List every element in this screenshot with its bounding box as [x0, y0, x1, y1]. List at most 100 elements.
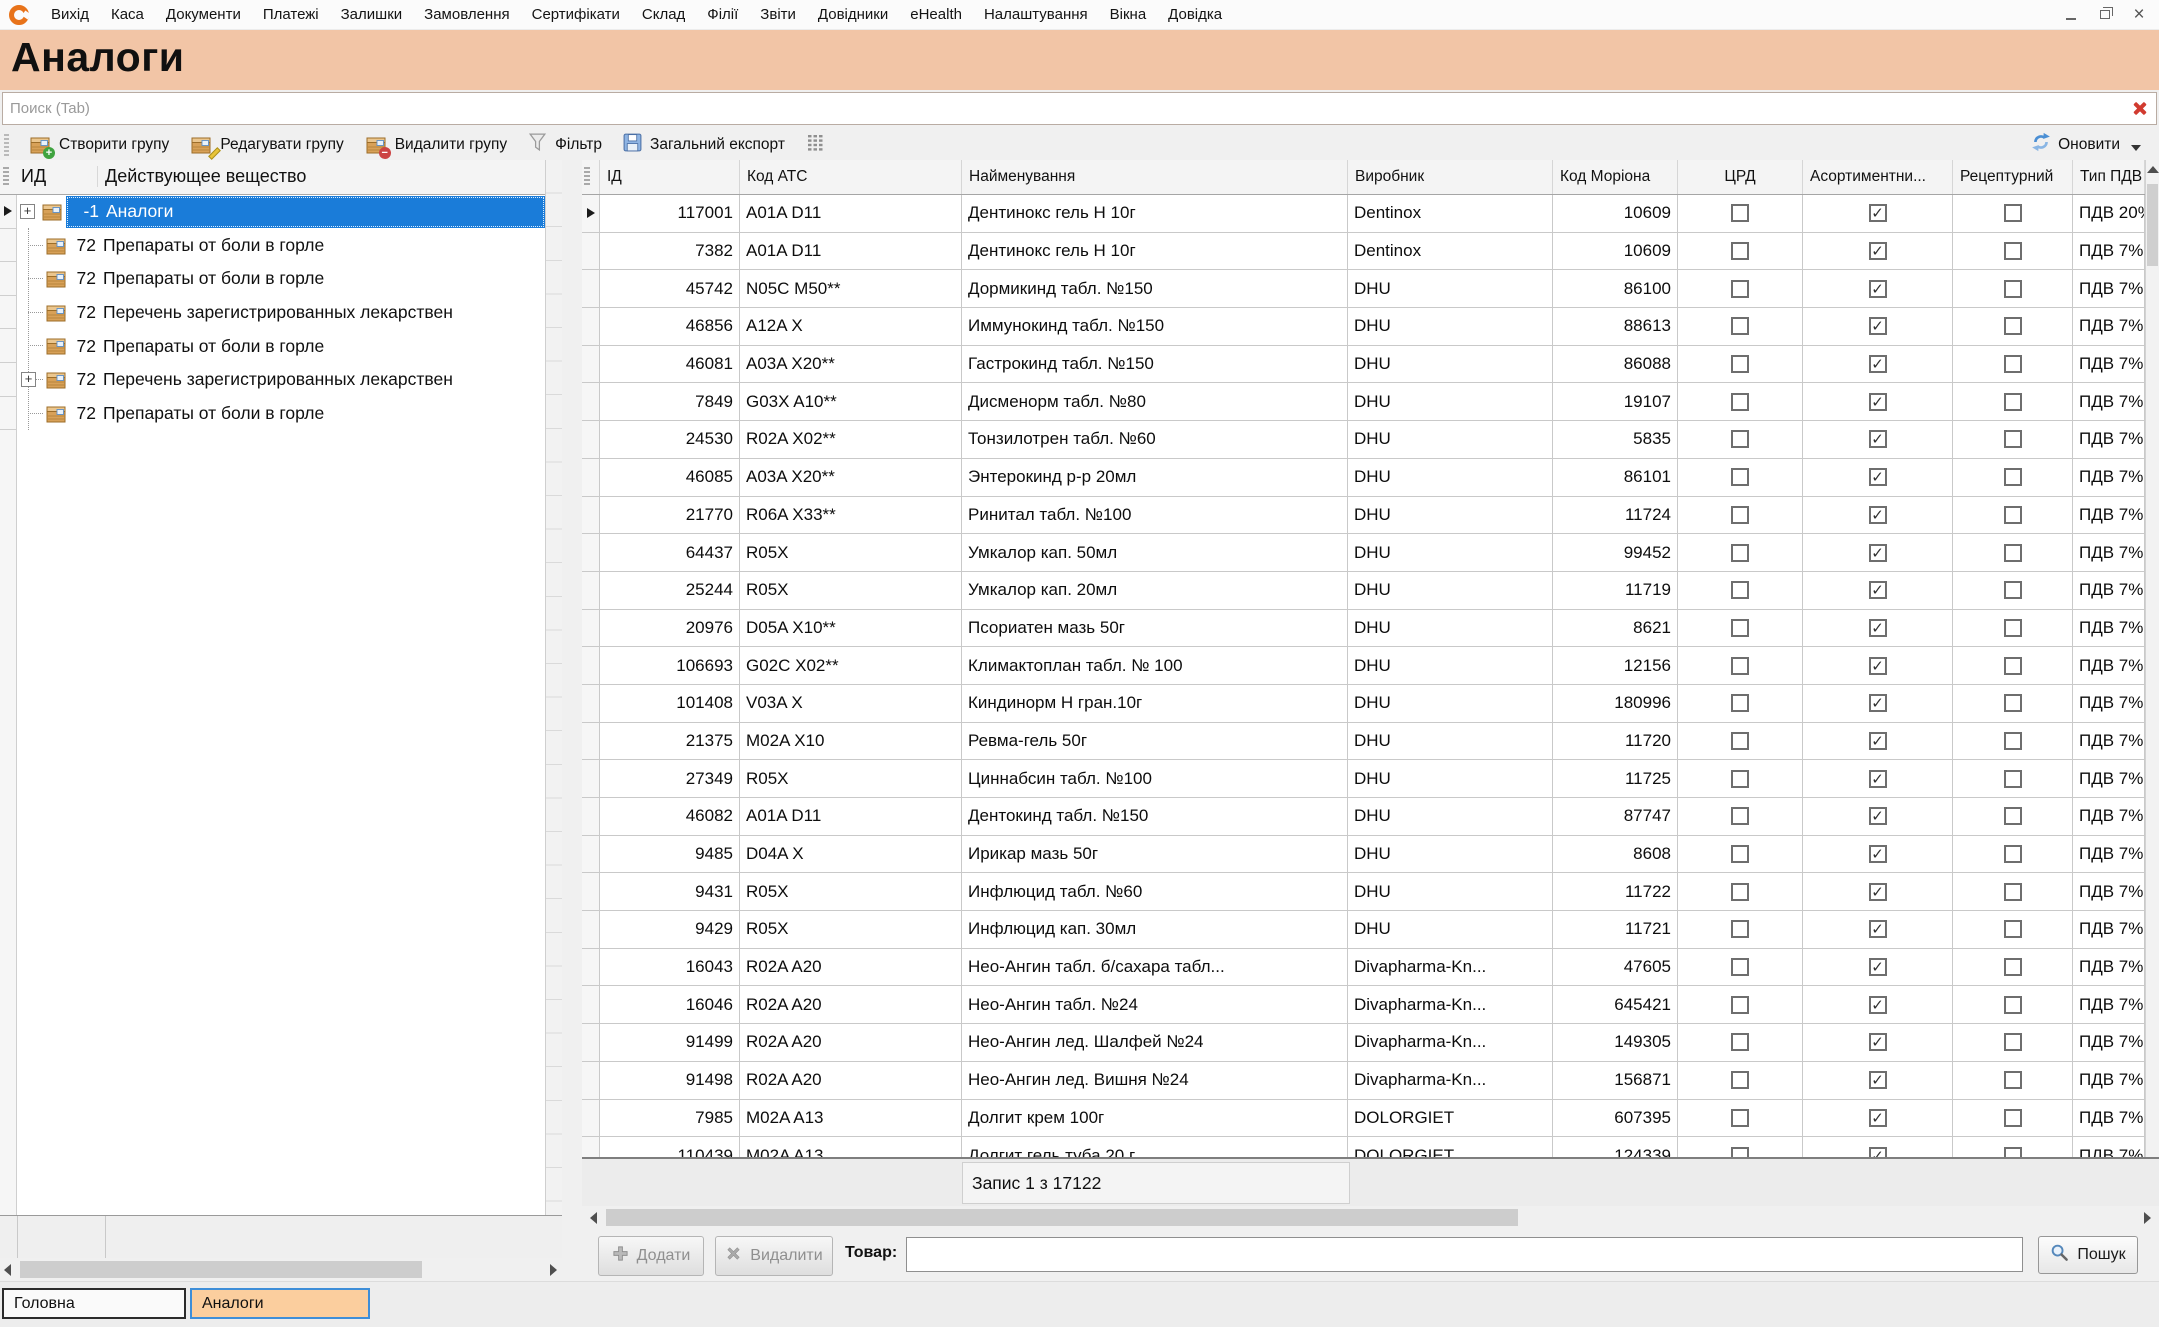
- table-vertical-scrollbar[interactable]: [2145, 160, 2159, 1157]
- table-row[interactable]: 7382A01A D11Дентинокс гель Н 10гDentinox…: [582, 233, 2145, 271]
- cell-recipe[interactable]: [1953, 233, 2073, 271]
- table-row[interactable]: 46856A12A XИммунокинд табл. №150DHU88613…: [582, 308, 2145, 346]
- crd-checkbox[interactable]: [1731, 204, 1749, 222]
- menu-item[interactable]: Каса: [111, 6, 144, 23]
- recipe-checkbox[interactable]: [2004, 317, 2022, 335]
- cell-recipe[interactable]: [1953, 195, 2073, 233]
- recipe-checkbox[interactable]: [2004, 694, 2022, 712]
- assortment-checkbox[interactable]: [1869, 845, 1887, 863]
- scroll-left-icon[interactable]: [4, 1264, 11, 1276]
- cell-crd[interactable]: [1678, 1062, 1803, 1100]
- crd-checkbox[interactable]: [1731, 355, 1749, 373]
- crd-checkbox[interactable]: [1731, 581, 1749, 599]
- column-header-crd[interactable]: ЦРД: [1678, 160, 1803, 194]
- scroll-up-icon[interactable]: [2147, 166, 2159, 173]
- column-header-recipe[interactable]: Рецептурний: [1953, 160, 2073, 194]
- crd-checkbox[interactable]: [1731, 393, 1749, 411]
- table-row[interactable]: 46082A01A D11Дентокинд табл. №150DHU8774…: [582, 798, 2145, 836]
- menu-item[interactable]: Залишки: [341, 6, 403, 23]
- cell-assortment[interactable]: [1803, 647, 1953, 685]
- cell-crd[interactable]: [1678, 647, 1803, 685]
- create-group-button[interactable]: + Створити групу: [18, 130, 179, 160]
- recipe-checkbox[interactable]: [2004, 204, 2022, 222]
- crd-checkbox[interactable]: [1731, 920, 1749, 938]
- cell-crd[interactable]: [1678, 1137, 1803, 1157]
- cell-assortment[interactable]: [1803, 873, 1953, 911]
- panel-splitter[interactable]: [562, 160, 582, 1281]
- cell-recipe[interactable]: [1953, 760, 2073, 798]
- cell-crd[interactable]: [1678, 534, 1803, 572]
- cell-assortment[interactable]: [1803, 233, 1953, 271]
- crd-checkbox[interactable]: [1731, 619, 1749, 637]
- tab-main[interactable]: Головна: [2, 1288, 186, 1319]
- cell-recipe[interactable]: [1953, 836, 2073, 874]
- recipe-checkbox[interactable]: [2004, 996, 2022, 1014]
- column-header-id[interactable]: ІД: [600, 160, 740, 194]
- table-row[interactable]: 16043R02A A20Нео-Ангин табл. б/сахара та…: [582, 949, 2145, 987]
- table-row[interactable]: 106693G02C X02**Климактоплан табл. № 100…: [582, 647, 2145, 685]
- tree-vertical-scrollbar[interactable]: [545, 160, 562, 1215]
- cell-crd[interactable]: [1678, 383, 1803, 421]
- table-header-grip-icon[interactable]: [584, 167, 590, 187]
- crd-checkbox[interactable]: [1731, 694, 1749, 712]
- cell-recipe[interactable]: [1953, 497, 2073, 535]
- table-row[interactable]: 27349R05XЦиннабсин табл. №100DHU11725ПДВ…: [582, 760, 2145, 798]
- assortment-checkbox[interactable]: [1869, 770, 1887, 788]
- cell-recipe[interactable]: [1953, 647, 2073, 685]
- assortment-checkbox[interactable]: [1869, 544, 1887, 562]
- cell-recipe[interactable]: [1953, 1062, 2073, 1100]
- crd-checkbox[interactable]: [1731, 807, 1749, 825]
- assortment-checkbox[interactable]: [1869, 1147, 1887, 1157]
- column-header-atc[interactable]: Код АТС: [740, 160, 962, 194]
- cell-assortment[interactable]: [1803, 383, 1953, 421]
- table-row[interactable]: 46081A03A X20**Гастрокинд табл. №150DHU8…: [582, 346, 2145, 384]
- cell-crd[interactable]: [1678, 270, 1803, 308]
- cell-crd[interactable]: [1678, 421, 1803, 459]
- cell-crd[interactable]: [1678, 836, 1803, 874]
- crd-checkbox[interactable]: [1731, 845, 1749, 863]
- expand-icon[interactable]: +: [20, 204, 35, 219]
- cell-crd[interactable]: [1678, 873, 1803, 911]
- cell-crd[interactable]: [1678, 1100, 1803, 1138]
- recipe-checkbox[interactable]: [2004, 393, 2022, 411]
- recipe-checkbox[interactable]: [2004, 506, 2022, 524]
- assortment-checkbox[interactable]: [1869, 996, 1887, 1014]
- tree-column-id[interactable]: ИД: [21, 166, 46, 187]
- crd-checkbox[interactable]: [1731, 1109, 1749, 1127]
- column-header-vat[interactable]: Тип ПДВ: [2073, 160, 2145, 194]
- assortment-checkbox[interactable]: [1869, 920, 1887, 938]
- crd-checkbox[interactable]: [1731, 883, 1749, 901]
- cell-recipe[interactable]: [1953, 308, 2073, 346]
- table-row[interactable]: 101408V03A XКиндинорм Н гран.10гDHU18099…: [582, 685, 2145, 723]
- tab-analogs[interactable]: Аналоги: [190, 1288, 370, 1319]
- tree-header-grip-icon[interactable]: [3, 167, 9, 187]
- cell-crd[interactable]: [1678, 497, 1803, 535]
- table-row[interactable]: 20976D05A X10**Псориатен мазь 50гDHU8621…: [582, 610, 2145, 648]
- crd-checkbox[interactable]: [1731, 468, 1749, 486]
- minimize-button[interactable]: [2056, 4, 2086, 26]
- table-row[interactable]: 45742N05C M50**Дормикинд табл. №150DHU86…: [582, 270, 2145, 308]
- cell-recipe[interactable]: [1953, 986, 2073, 1024]
- assortment-checkbox[interactable]: [1869, 355, 1887, 373]
- cell-assortment[interactable]: [1803, 1024, 1953, 1062]
- table-row[interactable]: 91498R02A A20Нео-Ангин лед. Вишня №24Div…: [582, 1062, 2145, 1100]
- cell-recipe[interactable]: [1953, 873, 2073, 911]
- recipe-checkbox[interactable]: [2004, 544, 2022, 562]
- cell-recipe[interactable]: [1953, 949, 2073, 987]
- crd-checkbox[interactable]: [1731, 1147, 1749, 1157]
- column-header-assortment[interactable]: Асортиментни...: [1803, 160, 1953, 194]
- assortment-checkbox[interactable]: [1869, 468, 1887, 486]
- cell-recipe[interactable]: [1953, 534, 2073, 572]
- close-button[interactable]: ×: [2124, 4, 2154, 26]
- recipe-checkbox[interactable]: [2004, 657, 2022, 675]
- scroll-right-icon[interactable]: [550, 1264, 557, 1276]
- menu-item[interactable]: eHealth: [910, 6, 962, 23]
- assortment-checkbox[interactable]: [1869, 581, 1887, 599]
- scroll-left-icon[interactable]: [590, 1212, 597, 1224]
- assortment-checkbox[interactable]: [1869, 1071, 1887, 1089]
- cell-crd[interactable]: [1678, 911, 1803, 949]
- cell-crd[interactable]: [1678, 1024, 1803, 1062]
- crd-checkbox[interactable]: [1731, 1033, 1749, 1051]
- cell-assortment[interactable]: [1803, 1062, 1953, 1100]
- cell-assortment[interactable]: [1803, 270, 1953, 308]
